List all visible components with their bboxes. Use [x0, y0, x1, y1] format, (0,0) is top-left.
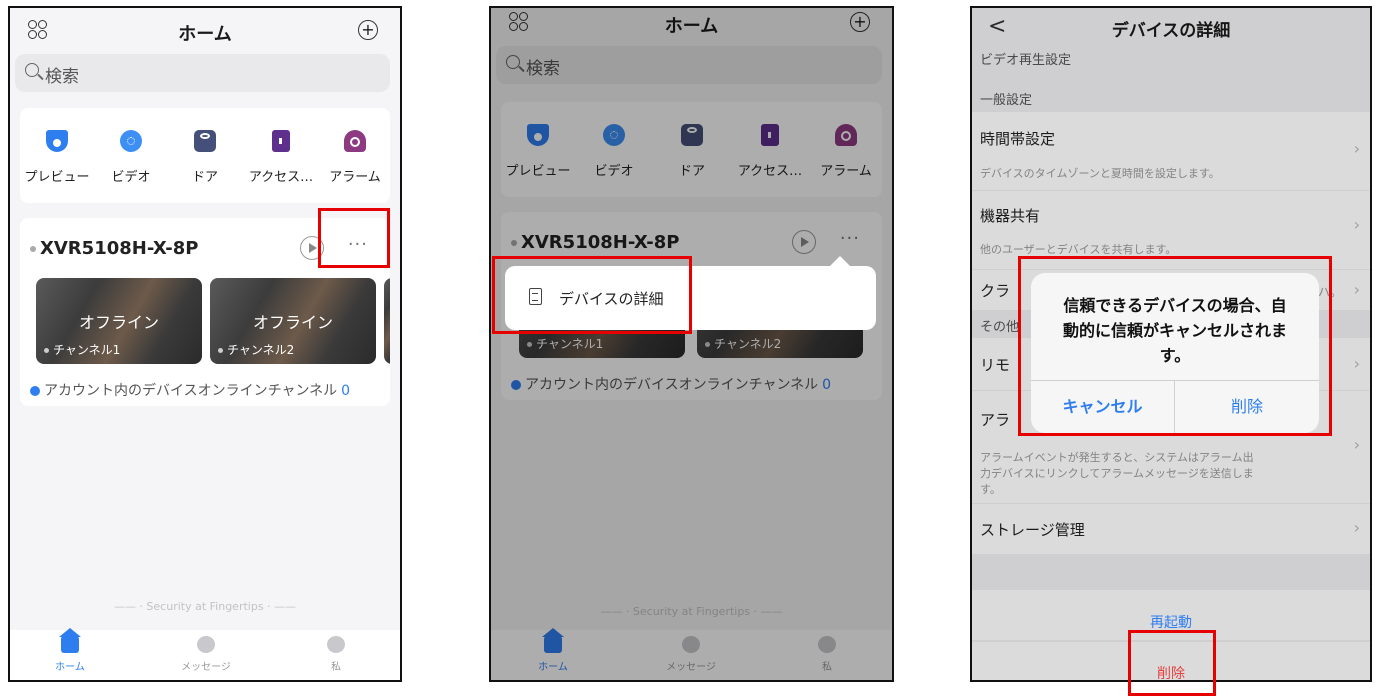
quick-action-video[interactable]: ビデオ [94, 130, 168, 185]
tab-label: ホーム [55, 662, 85, 673]
tab-bar: ホーム メッセージ 私 [10, 628, 400, 680]
header: ホーム + [10, 8, 400, 54]
menu-item-device-details[interactable]: デバイスの詳細 [559, 288, 664, 309]
quick-action-access[interactable]: アクセス… [244, 130, 318, 185]
device-name: XVR5108H-X-8P [30, 238, 198, 259]
channel-name: チャンネル1 [53, 343, 121, 357]
door-icon [194, 130, 216, 152]
info-icon [30, 386, 40, 396]
search-icon [25, 63, 39, 77]
dialog-delete-button[interactable]: 削除 [1175, 381, 1319, 433]
channel-thumbnail-2[interactable]: オフライン チャンネル2 [210, 278, 376, 364]
confirm-dialog: 信頼できるデバイスの場合、自 動的に信頼がキャンセルされま す。 キャンセル 削… [1031, 273, 1319, 433]
quick-action-label: プレビュー [24, 170, 90, 185]
device-menu-popup: デバイスの詳細 [505, 256, 876, 330]
access-icon [272, 130, 290, 152]
dialog-message: 信頼できるデバイスの場合、自 動的に信頼がキャンセルされま す。 [1051, 293, 1299, 368]
video-icon [120, 130, 142, 152]
device-name-text: XVR5108H-X-8P [40, 238, 199, 259]
device-details-screen: < デバイスの詳細 ビデオ再生設定 一般設定 時間帯設定 デバイスのタイムゾーン… [970, 6, 1372, 682]
search-placeholder: 検索 [45, 67, 79, 87]
quick-action-door[interactable]: ドア [168, 130, 242, 185]
home-screen-with-menu: ホーム + 検索 プレビュー ビデオ ドア アクセス… アラーム XVR5108… [489, 6, 894, 682]
tab-profile[interactable]: 私 [296, 636, 376, 673]
device-card[interactable]: XVR5108H-X-8P ··· オフライン チャンネル1 オフライン チャン… [20, 218, 390, 406]
search-input[interactable]: 検索 [15, 54, 390, 92]
home-icon [59, 628, 81, 653]
tab-label: 私 [331, 662, 341, 673]
delete-button[interactable]: 削除 [972, 663, 1370, 680]
quick-action-label: ドア [191, 170, 218, 185]
channel-label: チャンネル2 [218, 341, 294, 358]
tab-messages[interactable]: メッセージ [166, 636, 246, 673]
channel-status: オフライン [78, 313, 159, 332]
dialog-buttons: キャンセル 削除 [1031, 380, 1319, 433]
dialog-message-line: す。 [1159, 346, 1191, 365]
document-icon [529, 288, 542, 305]
online-channel-text: アカウント内のデバイスオンラインチャンネル [44, 383, 338, 399]
dialog-cancel-button[interactable]: キャンセル [1031, 381, 1175, 433]
online-channel-info: アカウント内のデバイスオンラインチャンネル 0 [30, 380, 350, 400]
channel-thumbnail-3[interactable] [384, 278, 390, 364]
message-icon [197, 636, 215, 653]
channel-label: チャンネル1 [44, 341, 120, 358]
channel-thumbnail-1[interactable]: オフライン チャンネル1 [36, 278, 202, 364]
channel-name: チャンネル2 [227, 343, 295, 357]
tab-label: メッセージ [181, 662, 231, 673]
quick-action-label: アクセス… [248, 170, 314, 185]
page-title: ホーム [178, 24, 232, 45]
quick-action-alarm[interactable]: アラーム [318, 130, 392, 185]
alarm-icon [344, 130, 366, 152]
channel-dot [218, 348, 223, 353]
camera-icon [46, 130, 68, 152]
tab-home[interactable]: ホーム [30, 628, 110, 673]
quick-actions: プレビュー ビデオ ドア アクセス… アラーム [20, 108, 390, 203]
tagline: —— · Security at Fingertips · —— [113, 600, 297, 613]
quick-action-preview[interactable]: プレビュー [20, 130, 94, 185]
channel-status: オフライン [252, 313, 333, 332]
play-icon[interactable] [300, 236, 324, 260]
quick-action-label: ビデオ [111, 170, 151, 185]
channel-dot [44, 348, 49, 353]
dim-overlay[interactable] [491, 8, 892, 680]
restart-button[interactable]: 再起動 [972, 612, 1370, 632]
add-device-icon[interactable]: + [358, 20, 378, 40]
home-screen: ホーム + 検索 プレビュー ビデオ ドア アクセス… アラーム XVR5108… [8, 6, 402, 682]
more-options-button[interactable]: ··· [348, 234, 368, 255]
dialog-message-line: 信頼できるデバイスの場合、自 [1063, 296, 1287, 315]
quick-action-label: アラーム [329, 170, 381, 185]
status-dot [30, 246, 36, 252]
online-channel-count: 0 [341, 383, 351, 399]
profile-icon [327, 636, 345, 653]
dialog-message-line: 動的に信頼がキャンセルされま [1062, 321, 1287, 340]
